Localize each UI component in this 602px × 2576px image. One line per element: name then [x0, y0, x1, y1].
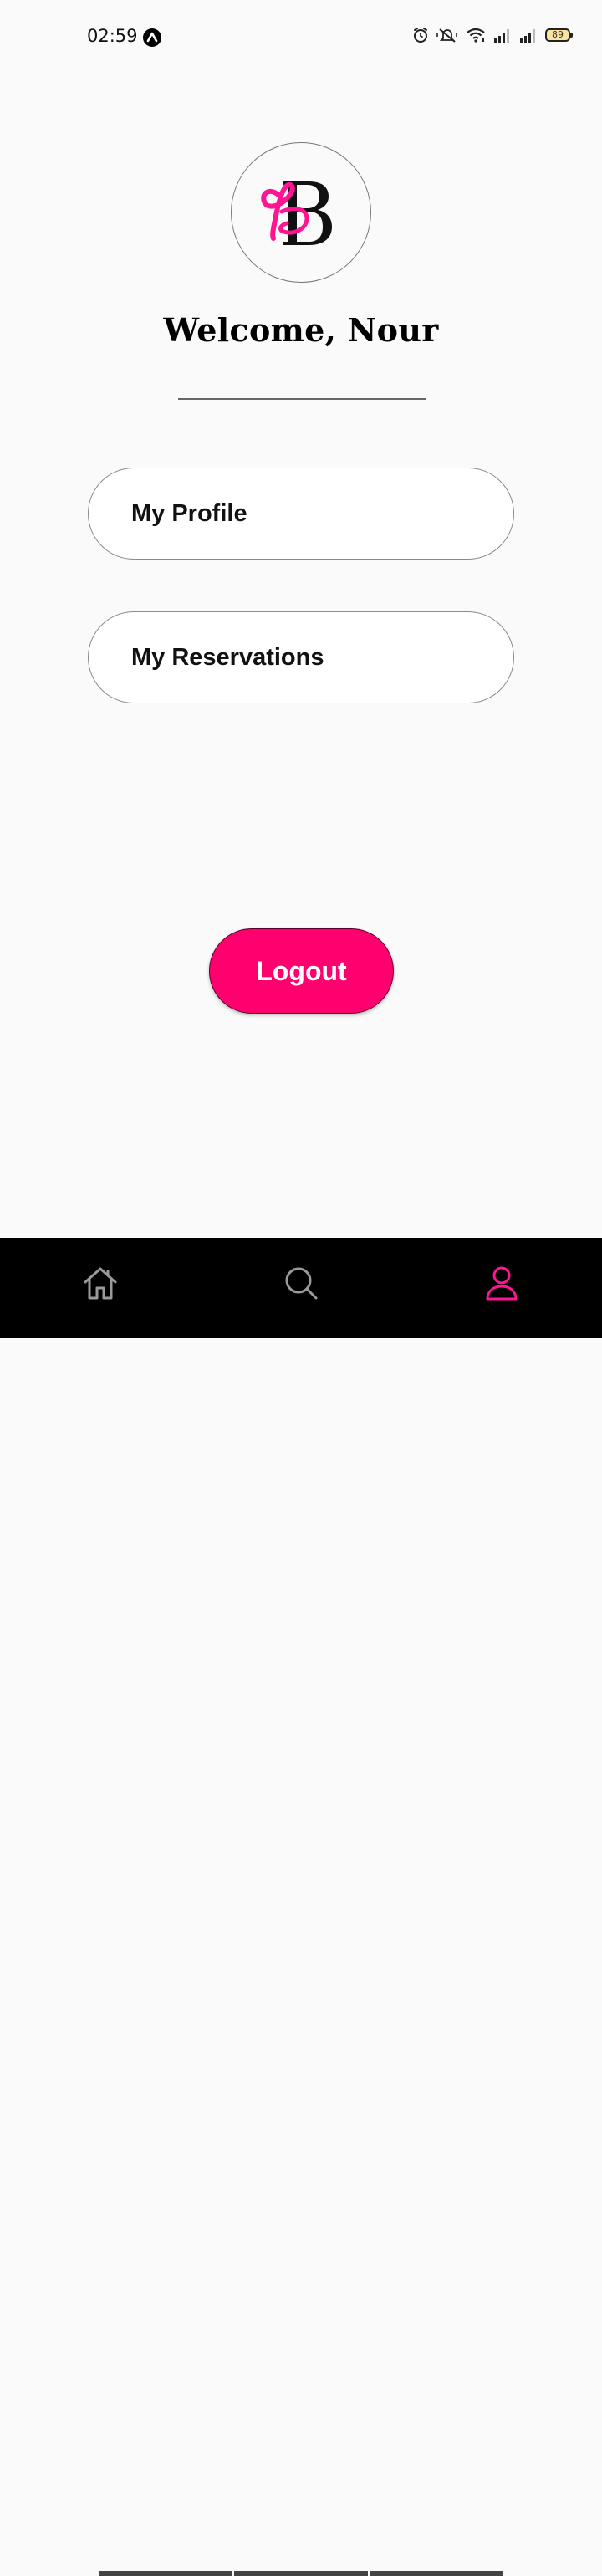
my-profile-button[interactable]: My Profile [88, 468, 514, 560]
nav-home-tab[interactable] [0, 1238, 201, 1338]
alarm-icon [412, 27, 429, 43]
nav-profile-tab[interactable] [401, 1238, 602, 1338]
welcome-title: Welcome, Nour [163, 311, 439, 349]
my-reservations-button[interactable]: My Reservations [88, 611, 514, 703]
wifi-icon [466, 27, 486, 43]
search-icon [285, 1267, 318, 1300]
app-notification-icon [143, 28, 161, 47]
logout-button[interactable]: Logout [209, 928, 394, 1014]
mute-icon [436, 27, 458, 43]
nav-search-tab[interactable] [201, 1238, 401, 1338]
brand-logo [231, 142, 371, 283]
signal-icon [493, 27, 512, 43]
signal-icon [519, 27, 538, 43]
bottom-navigation [0, 1238, 602, 2576]
title-divider [178, 398, 426, 400]
status-time: 02:59 [87, 26, 138, 46]
home-icon [84, 1267, 117, 1300]
battery-icon: 89 [545, 28, 573, 42]
status-bar: 02:59 89 [0, 0, 602, 75]
bb-logo-icon [261, 181, 332, 245]
user-icon [486, 1266, 518, 1301]
gesture-bar [99, 2571, 503, 2576]
